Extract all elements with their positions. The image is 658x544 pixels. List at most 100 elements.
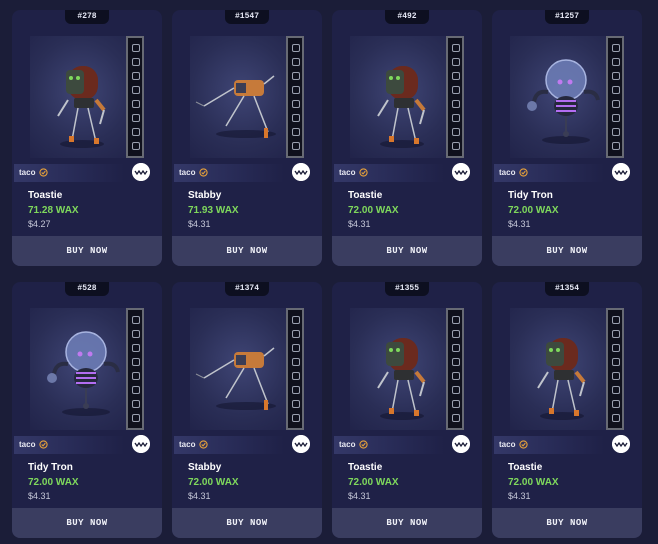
nft-card[interactable]: #1355 taco Toastie 72.00 WAX $4.31 BUY N… (332, 282, 482, 538)
trait-strip (446, 36, 464, 158)
trait-icon (132, 372, 140, 380)
trait-strip (126, 36, 144, 158)
buy-now-button[interactable]: BUY NOW (492, 508, 642, 538)
nft-image[interactable] (350, 36, 464, 158)
buy-now-button[interactable]: BUY NOW (172, 508, 322, 538)
trait-icon (612, 100, 620, 108)
trait-icon (132, 142, 140, 150)
trait-icon (292, 86, 300, 94)
collection-tag[interactable]: taco (14, 164, 124, 182)
wax-price: 72.00 WAX (348, 477, 399, 488)
buy-now-button[interactable]: BUY NOW (332, 508, 482, 538)
nft-name: Tidy Tron (28, 462, 73, 473)
trait-icon (452, 114, 460, 122)
mint-number: #528 (65, 282, 109, 296)
trait-icon (132, 58, 140, 66)
buy-now-button[interactable]: BUY NOW (172, 236, 322, 266)
collection-tag[interactable]: taco (494, 436, 604, 454)
trait-icon (612, 386, 620, 394)
trait-icon (132, 44, 140, 52)
trait-strip (286, 36, 304, 158)
collection-name: taco (339, 168, 356, 177)
verified-icon (519, 440, 528, 449)
usd-price: $4.31 (188, 219, 211, 229)
mint-number: #1354 (545, 282, 589, 296)
listing-grid: #278 taco Toastie 71.28 WAX $4.27 BUY NO… (0, 0, 658, 544)
trait-icon (132, 128, 140, 136)
nft-name: Toastie (28, 190, 63, 201)
collection-tag[interactable]: taco (334, 436, 444, 454)
trait-icon (132, 330, 140, 338)
trait-icon (292, 114, 300, 122)
trait-icon (452, 86, 460, 94)
nft-image[interactable] (510, 36, 624, 158)
trait-icon (452, 372, 460, 380)
nft-card[interactable]: #1374 taco Stabby 72.00 WAX $4.31 BUY NO… (172, 282, 322, 538)
buy-now-button[interactable]: BUY NOW (12, 236, 162, 266)
trait-icon (612, 114, 620, 122)
collection-tag[interactable]: taco (334, 164, 444, 182)
verified-icon (199, 168, 208, 177)
trait-icon (452, 400, 460, 408)
trait-icon (452, 330, 460, 338)
buy-now-button[interactable]: BUY NOW (492, 236, 642, 266)
trait-icon (292, 372, 300, 380)
trait-icon (292, 358, 300, 366)
trait-icon (292, 414, 300, 422)
usd-price: $4.31 (508, 491, 531, 501)
trait-icon (292, 344, 300, 352)
nft-image[interactable] (510, 308, 624, 430)
trait-icon (292, 330, 300, 338)
collection-tag[interactable]: taco (494, 164, 604, 182)
collection-tag[interactable]: taco (14, 436, 124, 454)
nft-card[interactable]: #278 taco Toastie 71.28 WAX $4.27 BUY NO… (12, 10, 162, 266)
trait-icon (612, 330, 620, 338)
nft-image[interactable] (30, 36, 144, 158)
trait-strip (446, 308, 464, 430)
trait-icon (132, 400, 140, 408)
buy-now-button[interactable]: BUY NOW (12, 508, 162, 538)
trait-icon (132, 316, 140, 324)
verified-icon (199, 440, 208, 449)
wax-logo-icon (292, 435, 310, 453)
nft-image[interactable] (190, 36, 304, 158)
nft-card[interactable]: #492 taco Toastie 72.00 WAX $4.31 BUY NO… (332, 10, 482, 266)
nft-card[interactable]: #1354 taco Toastie 72.00 WAX $4.31 BUY N… (492, 282, 642, 538)
usd-price: $4.31 (348, 491, 371, 501)
nft-card[interactable]: #1257 taco Tidy Tron 72.00 WAX $4.31 BUY… (492, 10, 642, 266)
mint-number: #1374 (225, 282, 269, 296)
trait-icon (132, 414, 140, 422)
wax-logo-icon (612, 435, 630, 453)
trait-strip (126, 308, 144, 430)
trait-icon (612, 372, 620, 380)
trait-icon (452, 44, 460, 52)
trait-icon (132, 72, 140, 80)
wax-logo-icon (612, 163, 630, 181)
trait-icon (292, 142, 300, 150)
mint-number: #1355 (385, 282, 429, 296)
nft-name: Tidy Tron (508, 190, 553, 201)
nft-card[interactable]: #528 taco Tidy Tron 72.00 WAX $4.31 BUY … (12, 282, 162, 538)
nft-name: Stabby (188, 462, 222, 473)
trait-icon (292, 100, 300, 108)
mint-number: #1547 (225, 10, 269, 24)
nft-card[interactable]: #1547 taco Stabby 71.93 WAX $4.31 BUY NO… (172, 10, 322, 266)
collection-tag[interactable]: taco (174, 164, 284, 182)
wax-logo-icon (132, 435, 150, 453)
nft-image[interactable] (190, 308, 304, 430)
trait-icon (452, 344, 460, 352)
buy-now-button[interactable]: BUY NOW (332, 236, 482, 266)
trait-icon (612, 316, 620, 324)
trait-icon (452, 72, 460, 80)
trait-strip (606, 36, 624, 158)
nft-image[interactable] (350, 308, 464, 430)
collection-name: taco (19, 168, 36, 177)
wax-logo-icon (452, 435, 470, 453)
trait-icon (292, 386, 300, 394)
wax-logo-icon (292, 163, 310, 181)
collection-tag[interactable]: taco (174, 436, 284, 454)
usd-price: $4.27 (28, 219, 51, 229)
nft-image[interactable] (30, 308, 144, 430)
trait-icon (132, 386, 140, 394)
trait-icon (132, 114, 140, 122)
